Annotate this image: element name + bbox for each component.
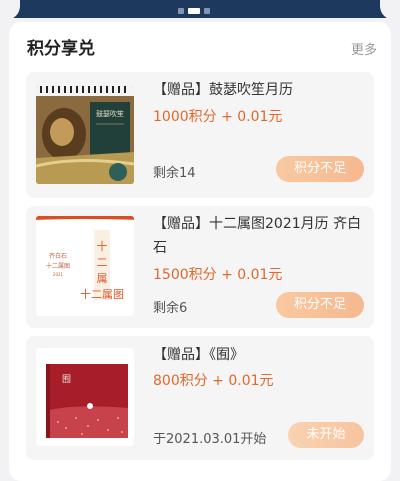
product-thumbnail: 齐白石 十二属图 2021 十 二 属 十二属图 bbox=[36, 216, 134, 316]
more-link[interactable]: 更多 bbox=[351, 39, 377, 58]
product-title: 【赠品】十二属图2021月历 齐白石 bbox=[153, 216, 362, 256]
banner-dot bbox=[204, 8, 210, 14]
banner-pagination bbox=[178, 8, 210, 14]
calendar-cover-image: 齐白石 十二属图 2021 十 二 属 十二属图 bbox=[36, 216, 134, 316]
banner-corner-left bbox=[0, 0, 20, 20]
calendar-cover-image: 鼓瑟吹笙 bbox=[36, 86, 134, 184]
reward-card[interactable]: 齐白石 十二属图 2021 十 二 属 十二属图 【赠品】十二属图2021月历 … bbox=[26, 206, 374, 328]
svg-text:十二属图: 十二属图 bbox=[46, 262, 70, 270]
redeem-button[interactable]: 积分不足 bbox=[276, 156, 364, 182]
product-thumbnail: 鼓瑟吹笙 bbox=[36, 86, 134, 184]
svg-text:齐白石: 齐白石 bbox=[49, 252, 67, 260]
cover-text: 囿 bbox=[62, 374, 71, 385]
banner-dot bbox=[178, 8, 184, 14]
product-price: 1000积分 + 0.01元 bbox=[153, 109, 283, 125]
product-thumbnail: 囿 bbox=[36, 348, 134, 446]
svg-text:十: 十 bbox=[97, 239, 108, 253]
banner-dot-active bbox=[188, 8, 200, 14]
product-price: 800积分 + 0.01元 bbox=[153, 373, 274, 389]
svg-text:属: 属 bbox=[97, 272, 108, 285]
points-exchange-panel: 积分享兑 更多 鼓瑟吹笙 【赠品】鼓瑟吹笙月历 1000积分 + 0.01元 剩… bbox=[9, 22, 391, 481]
book-cover-image: 囿 bbox=[36, 348, 134, 446]
cover-text: 十二属图 bbox=[80, 287, 124, 301]
stock-remaining: 剩余14 bbox=[153, 166, 196, 181]
svg-text:2021: 2021 bbox=[53, 272, 64, 277]
product-title: 【赠品】《囿》 bbox=[153, 347, 244, 363]
svg-text:二: 二 bbox=[97, 256, 108, 269]
section-title: 积分享兑 bbox=[27, 39, 95, 59]
banner-corner-right bbox=[380, 0, 400, 20]
top-banner[interactable] bbox=[0, 0, 400, 20]
product-price: 1500积分 + 0.01元 bbox=[153, 267, 283, 283]
product-title: 【赠品】鼓瑟吹笙月历 bbox=[153, 82, 293, 98]
reward-card[interactable]: 鼓瑟吹笙 【赠品】鼓瑟吹笙月历 1000积分 + 0.01元 剩余14 积分不足 bbox=[26, 72, 374, 198]
reward-card[interactable]: 囿 【赠品】《囿》 800积分 + 0.01元 于2021.03.01开始 未开… bbox=[26, 336, 374, 460]
redeem-button[interactable]: 积分不足 bbox=[276, 292, 364, 318]
stock-remaining: 剩余6 bbox=[153, 301, 188, 316]
start-date: 于2021.03.01开始 bbox=[153, 432, 267, 447]
cover-text: 鼓瑟吹笙 bbox=[96, 109, 124, 118]
not-started-button[interactable]: 未开始 bbox=[288, 422, 364, 448]
